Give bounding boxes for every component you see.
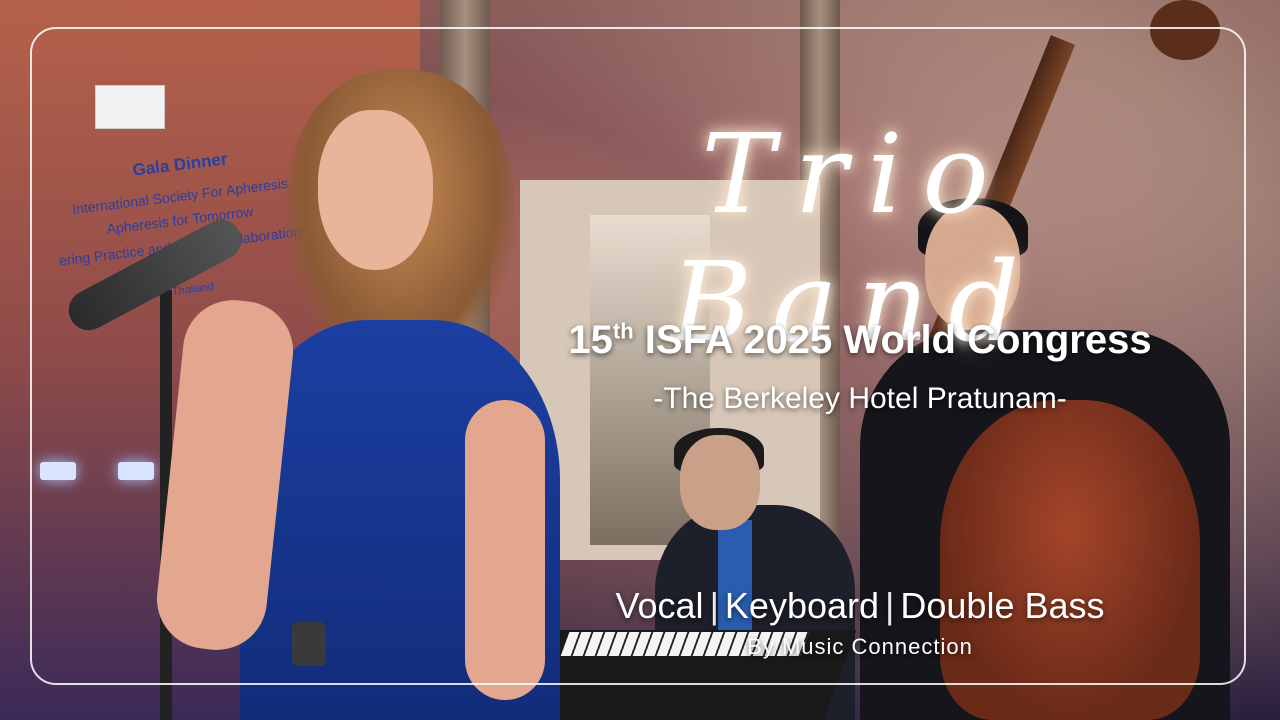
venue-text: -The Berkeley Hotel Pratunam- bbox=[653, 382, 1067, 415]
instrument-double-bass: Double Bass bbox=[900, 585, 1105, 626]
congress-title: 15th ISFA 2025 World Congress bbox=[500, 318, 1220, 363]
instrument-keyboard: Keyboard bbox=[724, 585, 880, 626]
instrument-vocal: Vocal bbox=[615, 585, 704, 626]
instrument-list: Vocal | Keyboard | Double Bass bbox=[540, 585, 1180, 627]
congress-suffix: th bbox=[612, 318, 634, 344]
congress-name: ISFA 2025 World Congress bbox=[644, 318, 1152, 362]
separator: | bbox=[885, 585, 895, 626]
separator: | bbox=[709, 585, 719, 626]
congress-number: 15 bbox=[568, 318, 613, 362]
credit-text: By Music Connection bbox=[747, 634, 973, 659]
